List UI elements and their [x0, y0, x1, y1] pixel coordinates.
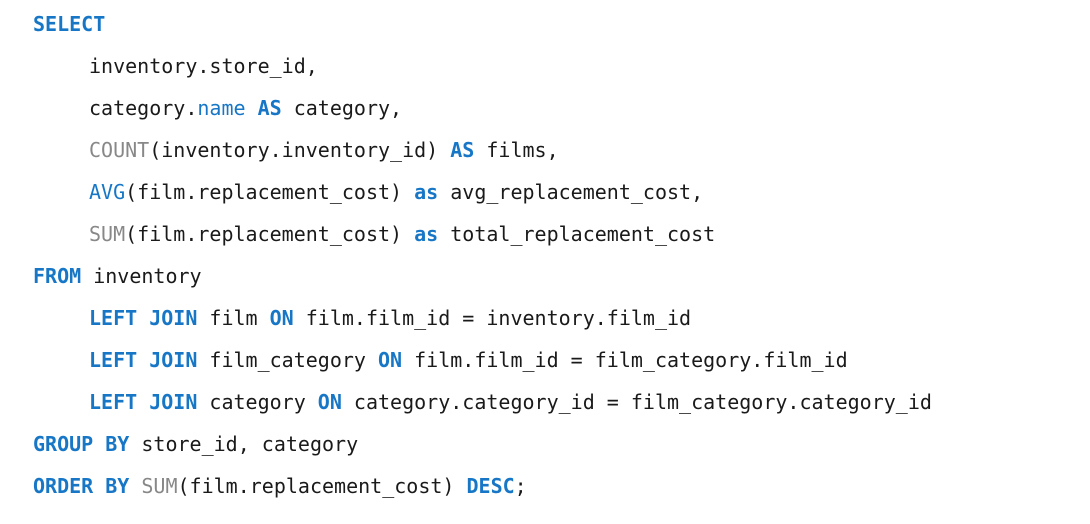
- sql-text: film: [197, 306, 270, 330]
- sql-keyword: DESC: [466, 474, 515, 498]
- code-line-5: AVG(film.replacement_cost) as avg_replac…: [33, 171, 932, 213]
- sql-text: category: [197, 390, 318, 414]
- sql-text: (film.replacement_cost): [125, 222, 415, 246]
- code-line-2: inventory.store_id,: [33, 45, 932, 87]
- sql-text: total_replacement_cost: [438, 222, 716, 246]
- sql-text: inventory: [81, 264, 202, 288]
- sql-keyword: FROM: [33, 264, 82, 288]
- sql-keyword: as: [414, 222, 439, 246]
- code-line-10: LEFT JOIN category ON category.category_…: [33, 381, 932, 423]
- sql-keyword: ON: [317, 390, 342, 414]
- sql-keyword: ON: [269, 306, 294, 330]
- sql-code-block: SELECT inventory.store_id, category.name A…: [33, 3, 932, 507]
- sql-keyword: GROUP BY: [33, 432, 130, 456]
- sql-text: store_id, category: [129, 432, 359, 456]
- sql-keyword: SELECT: [33, 12, 106, 36]
- sql-text: (film.replacement_cost): [125, 180, 415, 204]
- code-line-1: SELECT: [33, 3, 932, 45]
- code-line-12: ORDER BY SUM(film.replacement_cost) DESC…: [33, 465, 932, 507]
- sql-function: COUNT: [89, 138, 150, 162]
- sql-text: category.: [89, 96, 198, 120]
- sql-text: film_category: [197, 348, 378, 372]
- code-line-7: FROM inventory: [33, 255, 932, 297]
- code-line-9: LEFT JOIN film_category ON film.film_id …: [33, 339, 932, 381]
- sql-text: (film.replacement_cost): [177, 474, 467, 498]
- sql-text: category,: [281, 96, 403, 120]
- code-line-8: LEFT JOIN film ON film.film_id = invento…: [33, 297, 932, 339]
- sql-text: ;: [514, 474, 527, 498]
- code-line-3: category.name AS category,: [33, 87, 932, 129]
- sql-keyword: AS: [257, 96, 282, 120]
- sql-text: (inventory.inventory_id): [149, 138, 451, 162]
- sql-text: film.film_id = inventory.film_id: [293, 306, 692, 330]
- sql-text: avg_replacement_cost,: [438, 180, 704, 204]
- sql-text: films,: [474, 138, 559, 162]
- sql-keyword: LEFT JOIN: [89, 348, 198, 372]
- sql-text: category.category_id = film_category.cat…: [341, 390, 932, 414]
- sql-keyword: ORDER BY: [33, 474, 130, 498]
- sql-function: AVG: [89, 180, 126, 204]
- sql-keyword: LEFT JOIN: [89, 306, 198, 330]
- sql-function: SUM: [141, 474, 178, 498]
- sql-text: inventory.store_id,: [89, 54, 318, 78]
- code-line-4: COUNT(inventory.inventory_id) AS films,: [33, 129, 932, 171]
- code-line-6: SUM(film.replacement_cost) as total_repl…: [33, 213, 932, 255]
- sql-keyword: AS: [450, 138, 475, 162]
- sql-function: name: [197, 96, 246, 120]
- sql-keyword: as: [414, 180, 439, 204]
- sql-text: film.film_id = film_category.film_id: [402, 348, 848, 372]
- sql-function: SUM: [89, 222, 126, 246]
- sql-keyword: ON: [378, 348, 403, 372]
- code-line-11: GROUP BY store_id, category: [33, 423, 932, 465]
- sql-keyword: LEFT JOIN: [89, 390, 198, 414]
